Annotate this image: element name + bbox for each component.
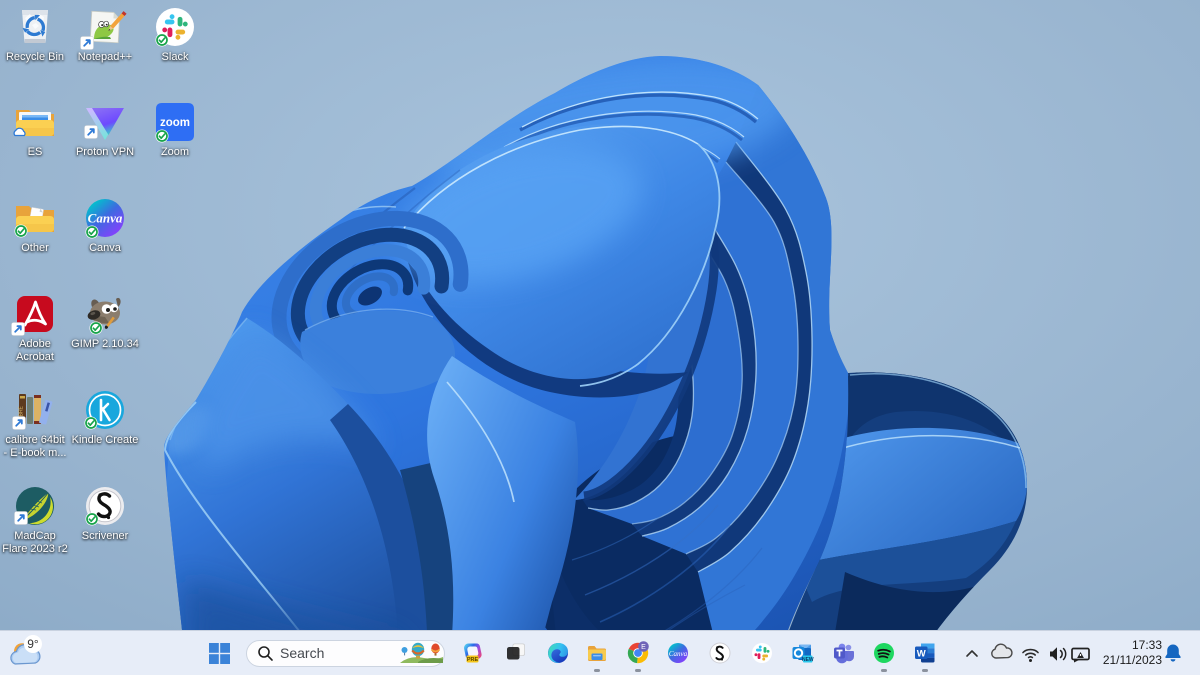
svg-text:Canva: Canva — [669, 650, 688, 658]
svg-text:W: W — [917, 649, 926, 660]
svg-text:NEW: NEW — [802, 657, 814, 663]
svg-text:Canva: Canva — [88, 211, 123, 226]
svg-text:E: E — [641, 644, 646, 651]
svg-text:zoom: zoom — [160, 117, 190, 129]
svg-text:PRE: PRE — [467, 657, 479, 663]
svg-text:9°: 9° — [27, 637, 39, 651]
